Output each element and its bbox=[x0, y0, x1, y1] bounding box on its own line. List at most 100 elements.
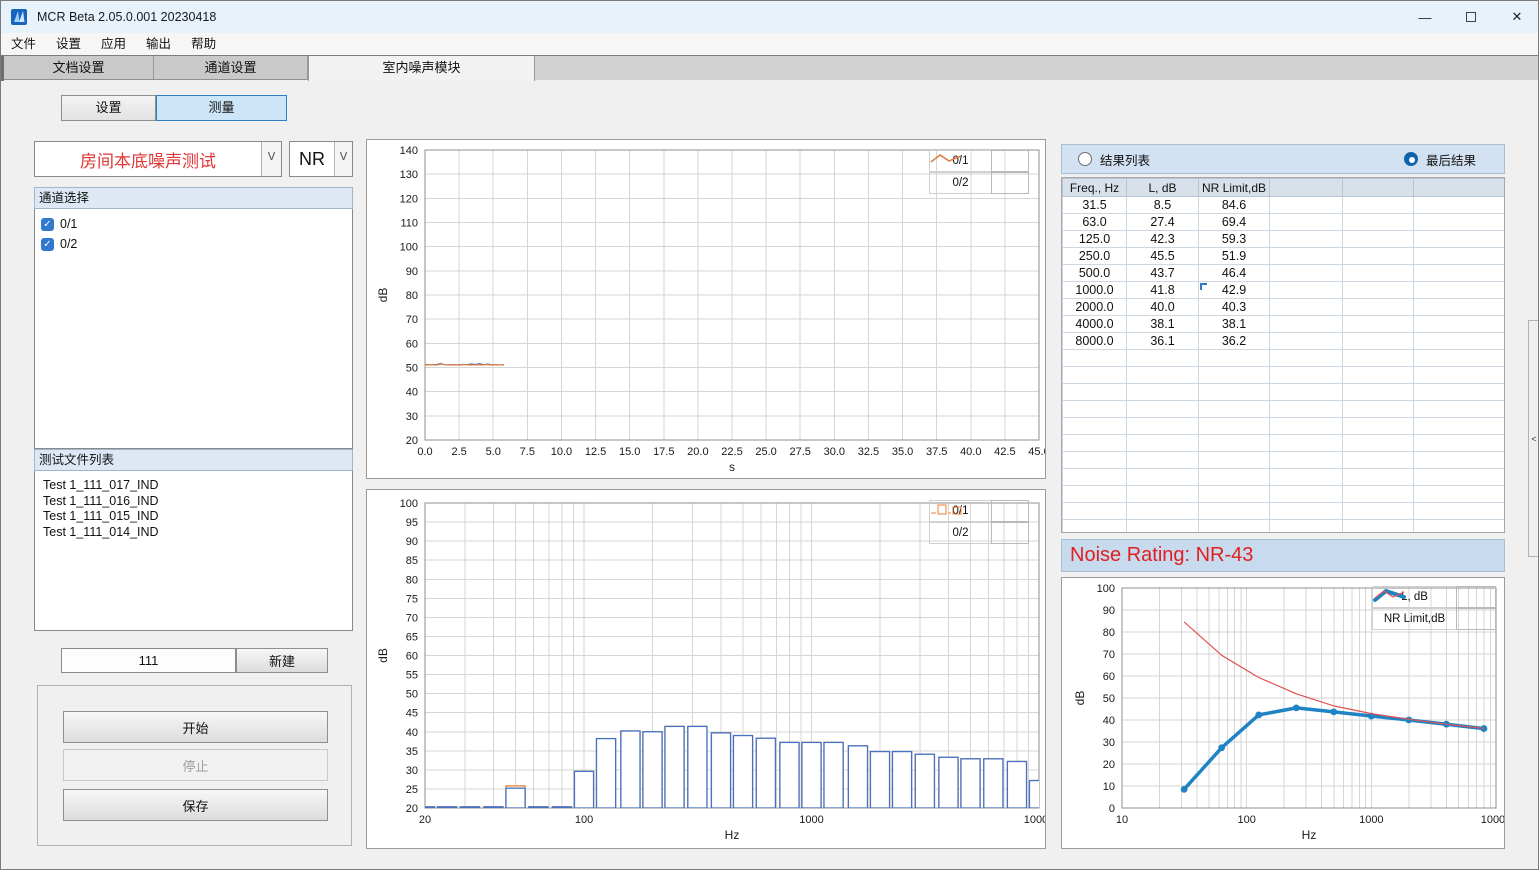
table-row[interactable]: 31.58.584.6 bbox=[1063, 197, 1505, 214]
menu-item-apply[interactable]: 应用 bbox=[91, 33, 136, 55]
start-button[interactable]: 开始 bbox=[63, 711, 328, 743]
table-row[interactable]: 8000.036.136.2 bbox=[1063, 333, 1505, 350]
svg-text:25.0: 25.0 bbox=[755, 446, 776, 458]
menu-item-output[interactable]: 输出 bbox=[136, 33, 181, 55]
test-file-list[interactable]: Test 1_111_017_IND Test 1_111_016_IND Te… bbox=[34, 471, 353, 631]
table-row[interactable] bbox=[1063, 418, 1505, 435]
table-row[interactable]: 125.042.359.3 bbox=[1063, 231, 1505, 248]
table-cell bbox=[1343, 469, 1414, 486]
time-chart-legend: 0/1 0/2 bbox=[929, 150, 1029, 194]
subtab-measure[interactable]: 测量 bbox=[156, 95, 287, 121]
table-row[interactable] bbox=[1063, 469, 1505, 486]
table-cell bbox=[1063, 469, 1127, 486]
channel-list[interactable]: ✓ 0/1 ✓ 0/2 bbox=[34, 209, 353, 449]
menu-item-settings[interactable]: 设置 bbox=[46, 33, 91, 55]
table-cell bbox=[1343, 350, 1414, 367]
results-table-container[interactable]: Freq., HzL, dBNR Limit,dB31.58.584.663.0… bbox=[1061, 177, 1505, 533]
rating-standard-dropdown-button[interactable]: ᐯ bbox=[334, 142, 352, 176]
svg-text:37.5: 37.5 bbox=[926, 446, 947, 458]
table-row[interactable] bbox=[1063, 384, 1505, 401]
table-cell: 500.0 bbox=[1063, 265, 1127, 282]
file-list-item[interactable]: Test 1_111_015_IND bbox=[35, 509, 352, 525]
checkbox-checked-icon[interactable]: ✓ bbox=[41, 238, 54, 251]
file-list-item[interactable]: Test 1_111_017_IND bbox=[35, 478, 352, 494]
results-list-radio-label[interactable]: 结果列表 bbox=[1100, 150, 1150, 169]
table-row[interactable] bbox=[1063, 367, 1505, 384]
table-cell bbox=[1127, 520, 1199, 534]
table-cell: 51.9 bbox=[1199, 248, 1270, 265]
channel-item[interactable]: ✓ 0/1 bbox=[41, 215, 352, 233]
table-row[interactable] bbox=[1063, 435, 1505, 452]
svg-text:10000: 10000 bbox=[1024, 814, 1045, 826]
legend-label: NR Limit,dB bbox=[1372, 608, 1456, 630]
new-button[interactable]: 新建 bbox=[236, 648, 328, 673]
tab-indoor-noise-module[interactable]: 室内噪声模块 bbox=[308, 56, 535, 81]
table-row[interactable] bbox=[1063, 503, 1505, 520]
table-row[interactable]: 250.045.551.9 bbox=[1063, 248, 1505, 265]
table-cell: 38.1 bbox=[1127, 316, 1199, 333]
tab-document-settings[interactable]: 文档设置 bbox=[4, 56, 154, 80]
menu-item-help[interactable]: 帮助 bbox=[181, 33, 226, 55]
last-result-radio[interactable] bbox=[1404, 152, 1418, 166]
checkbox-checked-icon[interactable]: ✓ bbox=[41, 218, 54, 231]
table-cell bbox=[1343, 452, 1414, 469]
test-type-combo[interactable]: 房间本底噪声测试 ᐯ bbox=[34, 141, 282, 177]
channel-section-header: 通道选择 bbox=[34, 187, 353, 209]
channel-label: 0/2 bbox=[60, 237, 77, 251]
test-name-input[interactable] bbox=[61, 648, 236, 673]
table-row[interactable]: 63.027.469.4 bbox=[1063, 214, 1505, 231]
table-cell bbox=[1414, 418, 1505, 435]
file-list-item[interactable]: Test 1_111_016_IND bbox=[35, 494, 352, 510]
table-row[interactable]: 4000.038.138.1 bbox=[1063, 316, 1505, 333]
table-row[interactable] bbox=[1063, 401, 1505, 418]
maximize-button[interactable] bbox=[1448, 1, 1494, 33]
table-cell bbox=[1343, 503, 1414, 520]
table-cell bbox=[1270, 469, 1343, 486]
table-cell bbox=[1343, 384, 1414, 401]
svg-text:30: 30 bbox=[1103, 737, 1115, 749]
svg-text:Hz: Hz bbox=[725, 828, 740, 842]
table-cell: 36.1 bbox=[1127, 333, 1199, 350]
svg-text:1000: 1000 bbox=[1359, 814, 1383, 826]
chevron-down-icon: ᐯ bbox=[268, 153, 276, 161]
table-cell: 250.0 bbox=[1063, 248, 1127, 265]
channel-item[interactable]: ✓ 0/2 bbox=[41, 235, 352, 253]
rating-standard-combo[interactable]: NR ᐯ bbox=[289, 141, 353, 177]
table-header-row: Freq., HzL, dBNR Limit,dB bbox=[1063, 179, 1505, 197]
svg-text:40: 40 bbox=[1103, 715, 1115, 727]
results-list-radio[interactable] bbox=[1078, 152, 1092, 166]
table-cell: 31.5 bbox=[1063, 197, 1127, 214]
test-type-dropdown-button[interactable]: ᐯ bbox=[261, 142, 281, 176]
table-row[interactable]: 500.043.746.4 bbox=[1063, 265, 1505, 282]
menu-item-file[interactable]: 文件 bbox=[1, 33, 46, 55]
table-cell bbox=[1270, 520, 1343, 534]
table-cell bbox=[1127, 469, 1199, 486]
file-list-item[interactable]: Test 1_111_014_IND bbox=[35, 525, 352, 541]
table-cell bbox=[1199, 520, 1270, 534]
test-type-value: 房间本底噪声测试 bbox=[35, 142, 261, 176]
table-row[interactable] bbox=[1063, 520, 1505, 534]
minimize-button[interactable]: — bbox=[1402, 1, 1448, 33]
nr-chart-panel: 010203040506070809010010100100010000HzdB… bbox=[1061, 577, 1505, 849]
tab-channel-settings[interactable]: 通道设置 bbox=[154, 56, 308, 80]
maximize-icon bbox=[1466, 12, 1476, 22]
thin-line-series-icon bbox=[1456, 608, 1496, 630]
svg-text:35: 35 bbox=[406, 746, 418, 758]
table-cell: 43.7 bbox=[1127, 265, 1199, 282]
svg-text:85: 85 bbox=[406, 555, 418, 567]
subtab-settings[interactable]: 设置 bbox=[61, 95, 156, 121]
table-row[interactable]: 1000.041.842.9 bbox=[1063, 282, 1505, 299]
table-row[interactable]: 2000.040.040.3 bbox=[1063, 299, 1505, 316]
save-button[interactable]: 保存 bbox=[63, 789, 328, 821]
svg-text:5.0: 5.0 bbox=[486, 446, 501, 458]
last-result-radio-label[interactable]: 最后结果 bbox=[1426, 150, 1476, 169]
table-row[interactable] bbox=[1063, 452, 1505, 469]
panel-collapse-handle[interactable]: < bbox=[1528, 320, 1539, 557]
table-row[interactable] bbox=[1063, 350, 1505, 367]
table-row[interactable] bbox=[1063, 486, 1505, 503]
table-cell bbox=[1063, 435, 1127, 452]
table-cell bbox=[1414, 503, 1505, 520]
close-button[interactable]: ✕ bbox=[1494, 1, 1539, 33]
svg-text:10.0: 10.0 bbox=[551, 446, 572, 458]
svg-text:140: 140 bbox=[400, 145, 418, 157]
